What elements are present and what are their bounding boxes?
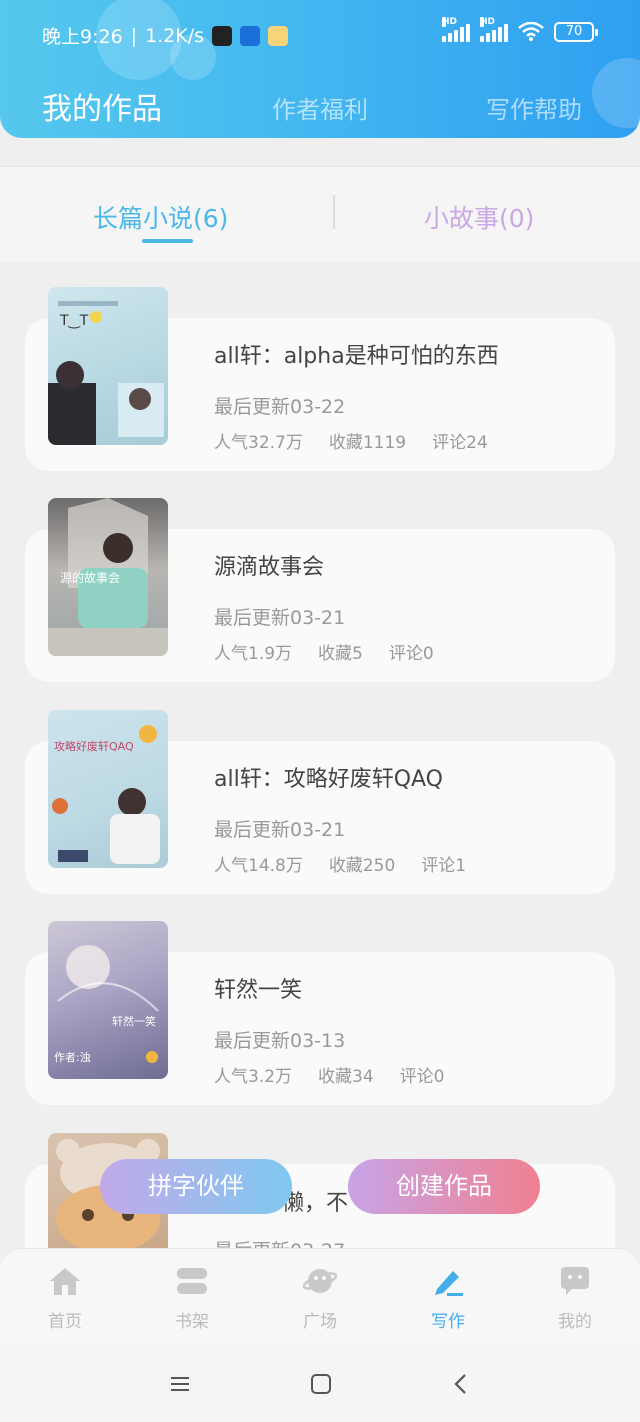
svg-text:源的故事会: 源的故事会 bbox=[60, 570, 120, 585]
work-comments: 评论24 bbox=[432, 433, 488, 453]
work-stats: 人气14.8万 收藏250 评论1 bbox=[214, 851, 492, 876]
nav-bookshelf-label: 书架 bbox=[175, 1312, 209, 1332]
status-bar: 晚上9:26 | 1.2K/s HD HD 70 bbox=[0, 0, 640, 70]
work-updated: 最后更新03-21 bbox=[214, 819, 346, 841]
svg-text:轩然一笑: 轩然一笑 bbox=[112, 1014, 156, 1028]
work-favorites: 收藏34 bbox=[318, 1067, 374, 1087]
back-icon[interactable] bbox=[452, 1373, 468, 1395]
svg-text:T‿T: T‿T bbox=[59, 313, 89, 329]
svg-text:作者:浊: 作者:浊 bbox=[54, 1051, 91, 1064]
work-title-partial[interactable]: 懒，不 bbox=[282, 1185, 348, 1217]
tab-short-stories[interactable]: 小故事(0) bbox=[424, 199, 534, 235]
work-cover-image[interactable]: 轩然一笑 作者:浊 bbox=[48, 921, 168, 1079]
menu-icon[interactable] bbox=[170, 1374, 190, 1394]
app-notif-icon bbox=[240, 25, 261, 46]
nav-square-label: 广场 bbox=[303, 1312, 337, 1332]
tab-long-novels[interactable]: 长篇小说(6) bbox=[93, 199, 228, 235]
nav-square[interactable]: 广场 bbox=[275, 1265, 365, 1332]
home-icon bbox=[50, 1268, 80, 1295]
nav-bookshelf[interactable]: 书架 bbox=[147, 1265, 237, 1332]
work-cover-image[interactable]: T‿T bbox=[48, 287, 168, 445]
nav-write[interactable]: 写作 bbox=[403, 1265, 493, 1332]
work-popularity: 人气1.9万 bbox=[214, 644, 293, 664]
tab-author-benefits[interactable]: 作者福利 bbox=[272, 90, 368, 125]
work-updated: 最后更新03-22 bbox=[214, 396, 346, 418]
work-favorites: 收藏5 bbox=[318, 644, 363, 664]
tab-divider bbox=[333, 195, 335, 229]
create-work-button[interactable]: 创建作品 bbox=[348, 1159, 540, 1214]
bottom-nav: 首页 书架 广场 写作 我的 bbox=[0, 1248, 640, 1346]
work-updated: 最后更新03-21 bbox=[214, 607, 346, 629]
work-comments: 评论0 bbox=[399, 1067, 445, 1087]
work-favorites: 收藏1119 bbox=[328, 433, 407, 453]
work-updated: 最后更新03-13 bbox=[214, 1030, 346, 1052]
work-stats: 人气1.9万 收藏5 评论0 bbox=[214, 639, 460, 664]
nav-mine-label: 我的 bbox=[558, 1312, 592, 1332]
work-updated: 最后更新03-27 bbox=[214, 1236, 345, 1248]
signal-icon: HD bbox=[480, 17, 508, 42]
tab-writing-help[interactable]: 写作帮助 bbox=[486, 90, 582, 125]
svg-text:攻略好废轩QAQ: 攻略好废轩QAQ bbox=[54, 739, 134, 753]
bookshelf-icon bbox=[177, 1268, 207, 1294]
work-comments: 评论0 bbox=[388, 644, 434, 664]
status-separator: | bbox=[130, 24, 138, 47]
work-popularity: 人气32.7万 bbox=[214, 433, 303, 453]
work-title[interactable]: all轩：攻略好废轩QAQ bbox=[214, 761, 443, 793]
status-time: 晚上9:26 bbox=[42, 26, 123, 48]
tab-my-works[interactable]: 我的作品 bbox=[42, 84, 162, 128]
signal-icon: HD bbox=[442, 17, 470, 42]
active-tab-indicator bbox=[142, 239, 193, 243]
chat-bubble-icon bbox=[561, 1267, 589, 1295]
nav-home[interactable]: 首页 bbox=[20, 1265, 110, 1332]
battery-icon: 70 bbox=[554, 22, 598, 42]
work-stats: 人气32.7万 收藏1119 评论24 bbox=[214, 428, 514, 453]
work-popularity: 人气14.8万 bbox=[214, 856, 303, 876]
work-stats: 人气3.2万 收藏34 评论0 bbox=[214, 1062, 471, 1087]
wallet-notif-icon bbox=[268, 25, 289, 46]
network-speed: 1.2K/s bbox=[145, 24, 205, 47]
work-title[interactable]: all轩：alpha是种可怕的东西 bbox=[214, 338, 499, 370]
home-square-icon[interactable] bbox=[310, 1373, 332, 1395]
work-cover-image[interactable]: 源的故事会 bbox=[48, 498, 168, 656]
github-notif-icon bbox=[212, 25, 233, 46]
work-title[interactable]: 轩然一笑 bbox=[214, 972, 302, 1004]
nav-write-label: 写作 bbox=[431, 1312, 465, 1332]
work-type-tabs: 长篇小说(6) 小故事(0) bbox=[0, 166, 640, 262]
system-navigation-bar bbox=[0, 1346, 640, 1422]
nav-home-label: 首页 bbox=[48, 1312, 82, 1332]
nav-mine[interactable]: 我的 bbox=[530, 1265, 620, 1332]
work-popularity: 人气3.2万 bbox=[214, 1067, 293, 1087]
wifi-icon bbox=[518, 22, 544, 41]
work-title[interactable]: 源滴故事会 bbox=[214, 549, 324, 581]
pen-icon bbox=[435, 1271, 463, 1296]
app-header: 晚上9:26 | 1.2K/s HD HD 70 我的作品 作者福利 写作帮助 bbox=[0, 0, 640, 138]
work-comments: 评论1 bbox=[421, 856, 467, 876]
planet-icon bbox=[302, 1269, 338, 1293]
writing-partner-button[interactable]: 拼字伙伴 bbox=[100, 1159, 292, 1214]
work-favorites: 收藏250 bbox=[328, 856, 396, 876]
work-cover-image[interactable]: 攻略好废轩QAQ bbox=[48, 710, 168, 868]
